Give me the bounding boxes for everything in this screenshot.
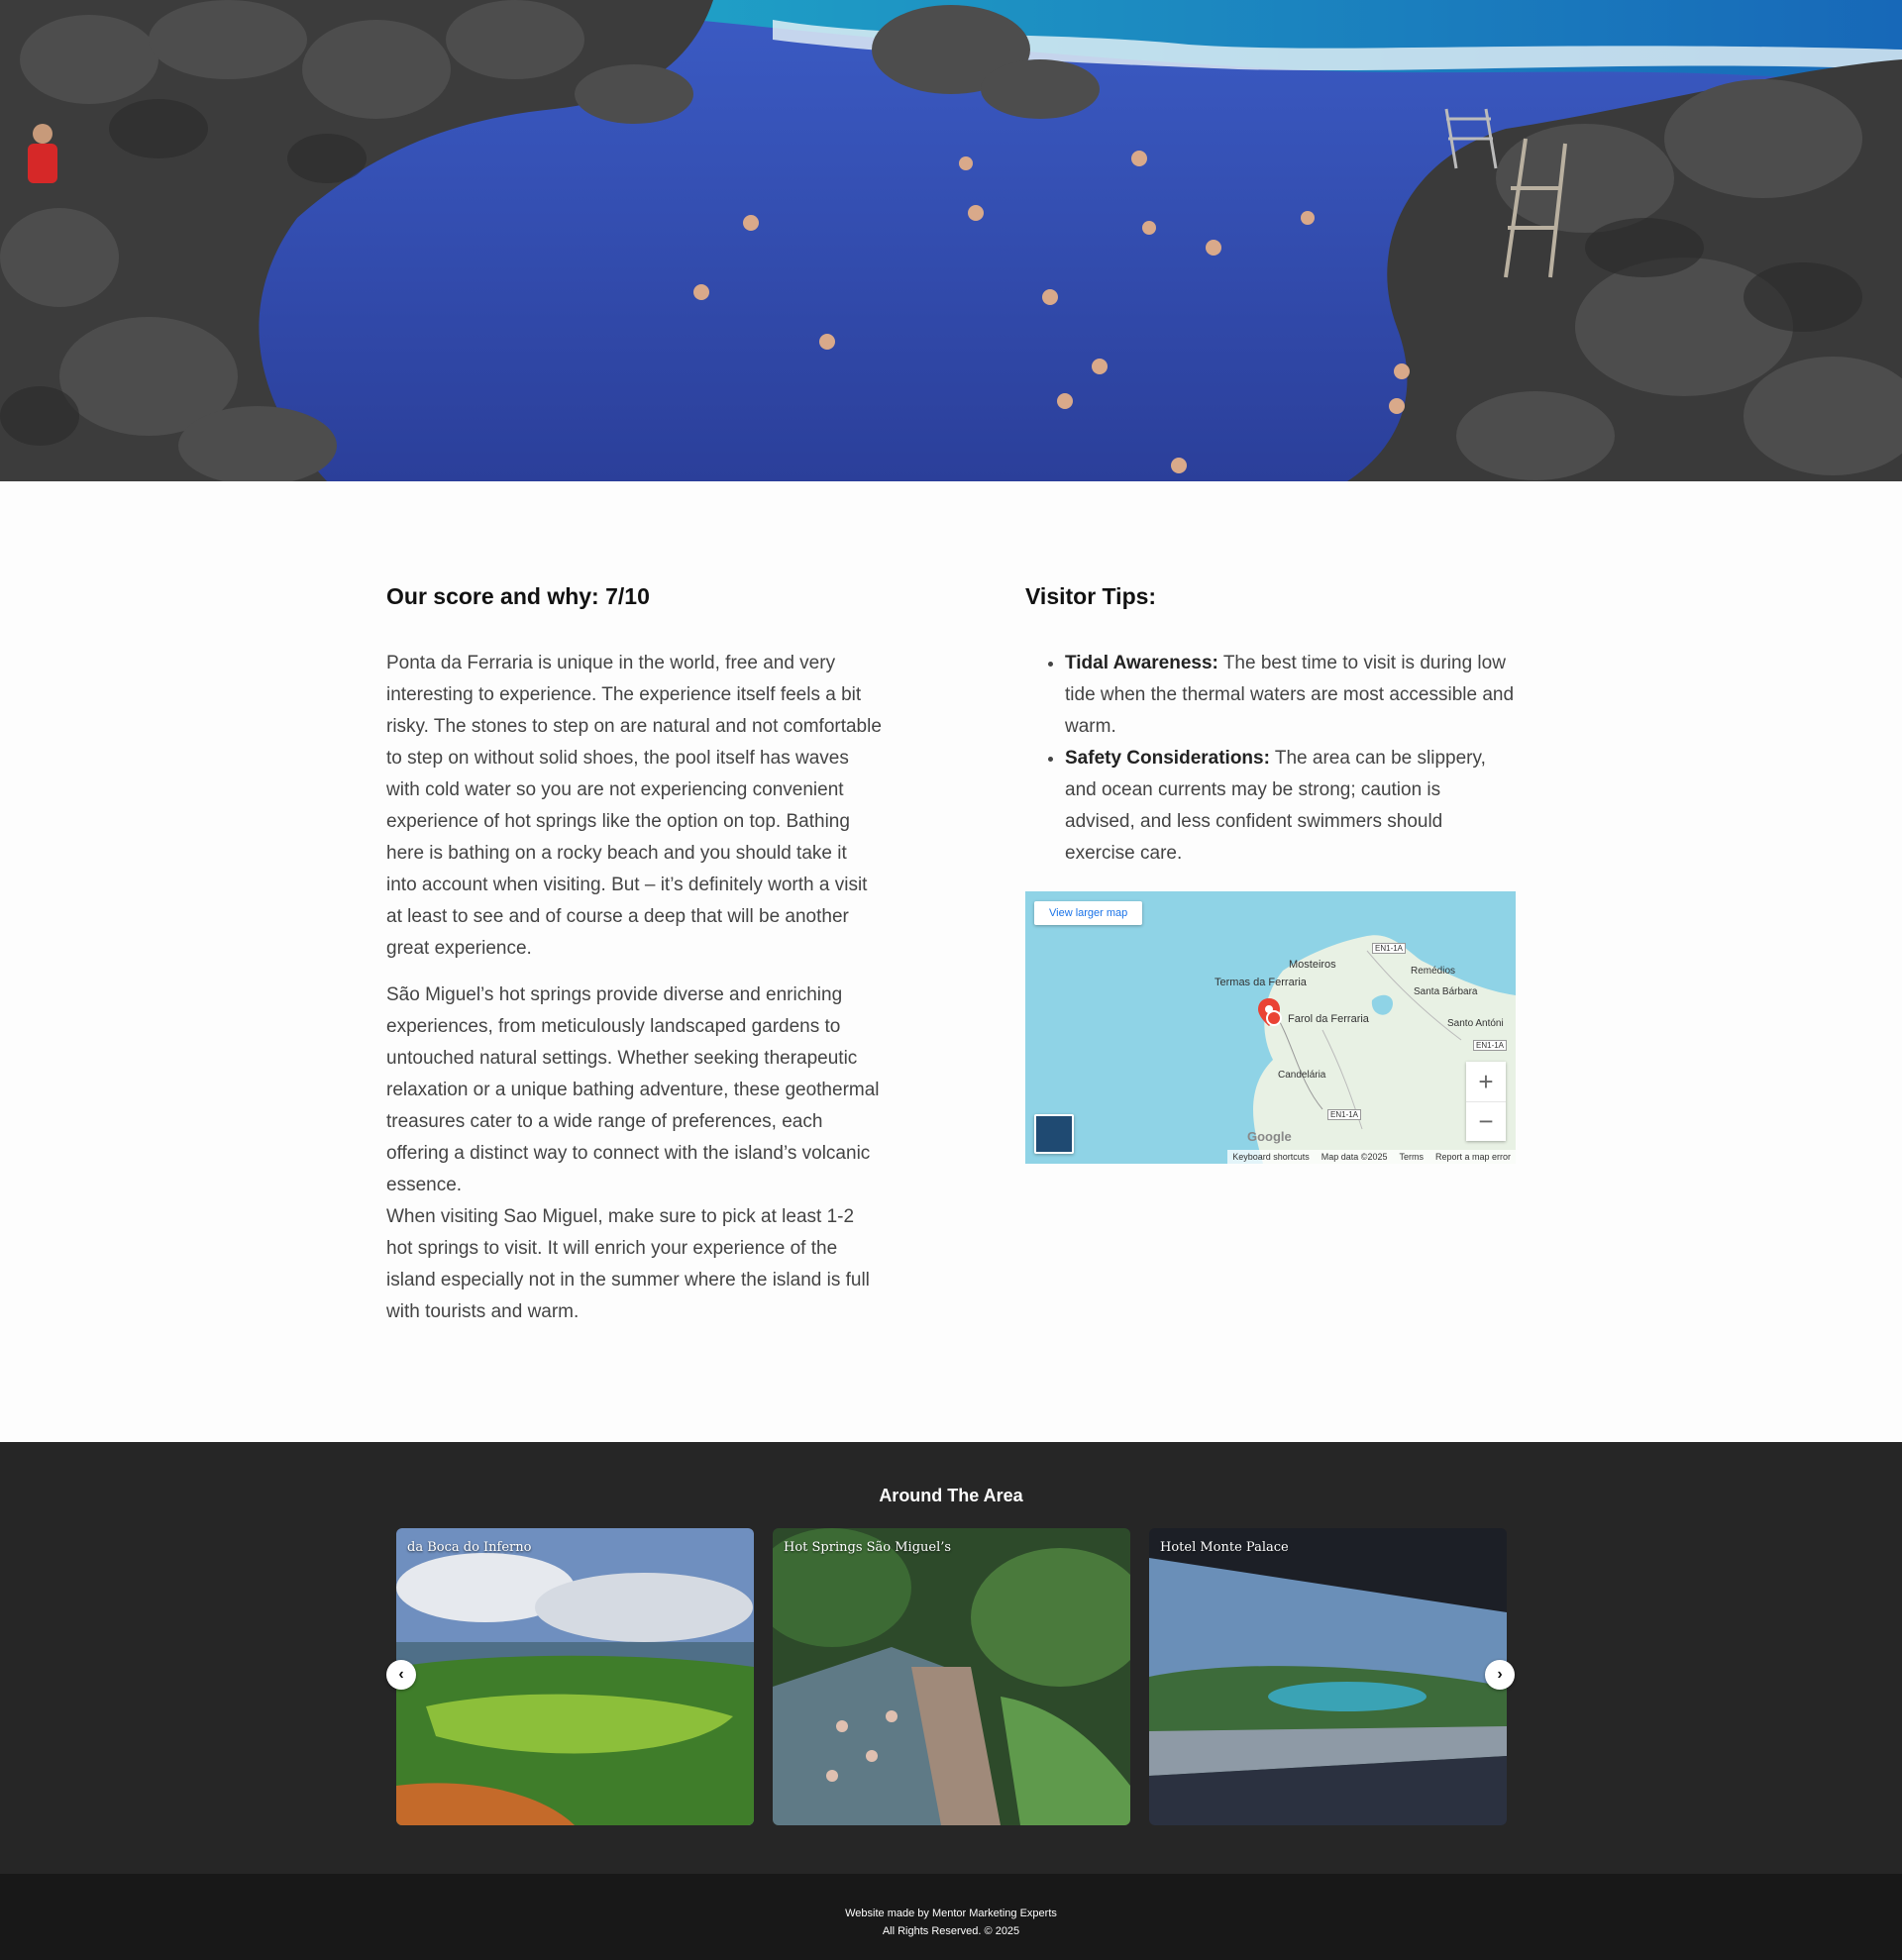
score-paragraph: Ponta da Ferraria is unique in the world… (386, 653, 882, 959)
map-place-label: Candelária (1278, 1070, 1326, 1081)
road-label: EN1-1A (1473, 1040, 1508, 1051)
map-attribution: Keyboard shortcuts Map data ©2025 Terms … (1227, 1150, 1516, 1164)
footer-copyright: All Rights Reserved. © 2025 (882, 1925, 1020, 1937)
map-place-label: Santa Bárbara (1414, 986, 1478, 997)
area-card[interactable]: Hot Springs São Miguel’s (773, 1528, 1130, 1825)
terms-link[interactable]: Terms (1399, 1152, 1424, 1162)
carousel-prev-button[interactable]: ‹ (386, 1660, 416, 1690)
map-place-label: Santo Antóni (1447, 1018, 1504, 1029)
tip-label: Safety Considerations: (1065, 748, 1270, 769)
hero-image (0, 0, 1902, 481)
map-zoom-control: + − (1466, 1062, 1506, 1141)
zoom-in-button[interactable]: + (1466, 1062, 1506, 1101)
carousel-next-button[interactable]: › (1485, 1660, 1515, 1690)
keyboard-shortcuts-link[interactable]: Keyboard shortcuts (1232, 1152, 1310, 1162)
tip-item: Safety Considerations: The area can be s… (1065, 743, 1516, 870)
zoom-out-button[interactable]: − (1466, 1101, 1506, 1141)
map-place-label: Termas da Ferraria (1215, 977, 1307, 988)
footer: Website made by Mentor Marketing Experts… (0, 1874, 1902, 1960)
card-label: Hotel Monte Palace (1160, 1540, 1289, 1555)
map-place-label: Remédios (1411, 966, 1456, 977)
report-map-error-link[interactable]: Report a map error (1435, 1152, 1511, 1162)
score-paragraph: São Miguel’s hot springs provide diverse… (386, 984, 880, 1195)
road-label: EN1-1A (1372, 943, 1407, 954)
footer-credit: Website made by Mentor Marketing Experts (845, 1908, 1057, 1919)
score-paragraph: When visiting Sao Miguel, make sure to p… (386, 1206, 870, 1322)
score-column: Our score and why: 7/10 Ponta da Ferrari… (386, 580, 882, 1343)
around-the-area-section: Around The Area da Boca do Inferno Hot S… (0, 1442, 1902, 1874)
area-card[interactable]: Hotel Monte Palace (1149, 1528, 1507, 1825)
view-larger-map-button[interactable]: View larger map (1034, 901, 1143, 925)
card-label: da Boca do Inferno (407, 1540, 532, 1555)
tip-item: Tidal Awareness: The best time to visit … (1065, 648, 1516, 743)
around-title: Around The Area (879, 1486, 1023, 1505)
content-section: Our score and why: 7/10 Ponta da Ferrari… (0, 481, 1902, 1442)
map-data-text: Map data ©2025 (1321, 1152, 1388, 1162)
map-layer-toggle[interactable] (1034, 1114, 1074, 1154)
map-place-label: Mosteiros (1289, 959, 1336, 971)
tip-label: Tidal Awareness: (1065, 653, 1218, 673)
embedded-map[interactable]: Mosteiros Termas da Ferraria Farol da Fe… (1025, 891, 1516, 1164)
tips-title: Visitor Tips: (1025, 583, 1157, 609)
tips-list: Tidal Awareness: The best time to visit … (1065, 648, 1516, 870)
map-place-label: Farol da Ferraria (1288, 1013, 1369, 1025)
road-label: EN1-1A (1327, 1109, 1362, 1120)
card-label: Hot Springs São Miguel’s (784, 1540, 952, 1555)
area-card[interactable]: da Boca do Inferno (396, 1528, 754, 1825)
google-logo: Google (1247, 1129, 1292, 1144)
score-title: Our score and why: 7/10 (386, 583, 650, 609)
tips-column: Visitor Tips: Tidal Awareness: The best … (1025, 580, 1516, 1164)
